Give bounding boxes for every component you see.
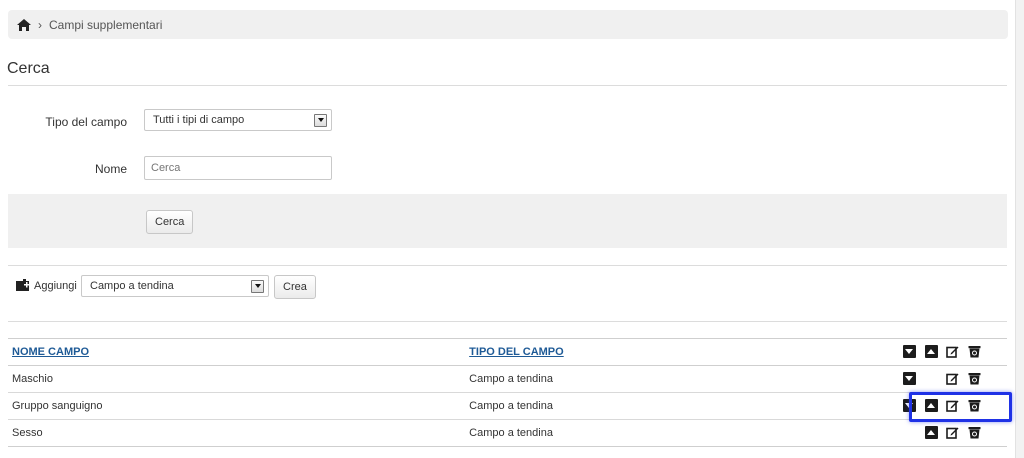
field-name-cell: Maschio [12, 373, 53, 385]
edit-icon[interactable] [946, 372, 959, 385]
field-type-select-value: Tutti i tipi di campo [153, 114, 245, 126]
name-label: Nome [94, 162, 127, 176]
table-row: Gruppo sanguigno Campo a tendina [8, 393, 1007, 420]
move-up-icon[interactable] [924, 345, 938, 358]
chevron-down-icon [251, 279, 264, 293]
edit-icon[interactable] [946, 426, 959, 439]
trash-icon[interactable] [968, 426, 981, 439]
field-type-label: Tipo del campo [45, 115, 127, 129]
edit-icon[interactable] [946, 345, 959, 358]
name-search-input[interactable] [144, 156, 332, 180]
home-icon[interactable] [16, 18, 32, 32]
field-name-cell: Gruppo sanguigno [12, 400, 103, 412]
move-down-icon[interactable] [902, 399, 916, 412]
row-actions [897, 393, 1003, 419]
divider [8, 321, 1007, 322]
divider [8, 265, 1007, 266]
trash-icon[interactable] [968, 399, 981, 412]
chevron-down-icon [314, 113, 327, 127]
field-name-cell: Sesso [12, 427, 43, 439]
breadcrumb: › Campi supplementari [8, 10, 1008, 39]
fields-table: NOME CAMPO TIPO DEL CAMPO Maschio Campo … [8, 338, 1007, 447]
table-row: Sesso Campo a tendina [8, 420, 1007, 447]
field-kind-select-value: Campo a tendina [90, 280, 174, 292]
move-down-icon[interactable] [902, 345, 916, 358]
row-actions [897, 420, 1003, 446]
breadcrumb-separator: › [38, 17, 42, 32]
field-type-select[interactable]: Tutti i tipi di campo [144, 109, 332, 131]
row-actions [897, 366, 1003, 392]
field-type-cell: Campo a tendina [469, 373, 553, 385]
scrollbar-track[interactable] [1015, 0, 1024, 458]
move-up-icon[interactable] [924, 426, 938, 439]
add-label: Aggiungi [34, 280, 77, 292]
move-up-icon[interactable] [924, 399, 938, 412]
page-title: Cerca [7, 60, 50, 77]
search-button[interactable]: Cerca [146, 210, 194, 234]
sort-by-name-link[interactable]: NOME CAMPO [12, 346, 89, 358]
edit-icon[interactable] [946, 399, 959, 412]
create-button[interactable]: Crea [274, 275, 316, 299]
table-row: Maschio Campo a tendina [8, 366, 1007, 393]
move-down-icon[interactable] [902, 372, 916, 385]
add-field-icon [15, 278, 30, 292]
table-header-row: NOME CAMPO TIPO DEL CAMPO [8, 338, 1007, 366]
divider [8, 85, 1007, 86]
trash-icon[interactable] [968, 345, 981, 358]
header-actions [897, 339, 1003, 365]
breadcrumb-current: Campi supplementari [49, 17, 163, 32]
field-kind-select[interactable]: Campo a tendina [81, 275, 269, 297]
field-type-cell: Campo a tendina [469, 427, 553, 439]
sort-by-type-link[interactable]: TIPO DEL CAMPO [469, 346, 564, 358]
trash-icon[interactable] [968, 372, 981, 385]
field-type-cell: Campo a tendina [469, 400, 553, 412]
